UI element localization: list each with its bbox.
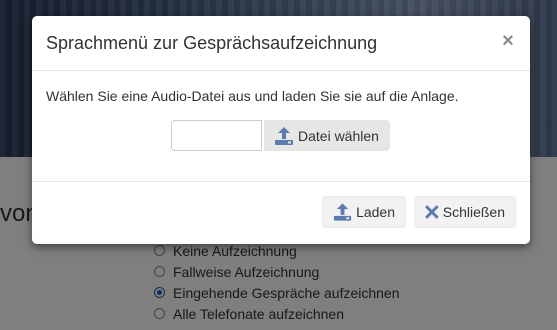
upload-icon bbox=[275, 126, 293, 145]
load-label: Laden bbox=[356, 204, 395, 220]
file-name-field[interactable] bbox=[171, 120, 262, 151]
upload-dialog: Sprachmenü zur Gesprächsaufzeichnung × W… bbox=[32, 16, 530, 244]
close-icon[interactable]: × bbox=[500, 30, 516, 52]
close-button[interactable]: Schließen bbox=[414, 196, 516, 228]
close-label: Schließen bbox=[442, 204, 505, 220]
instruction-text: Wählen Sie eine Audio-Datei aus und lade… bbox=[46, 88, 459, 104]
modal-footer: Laden Schließen bbox=[32, 182, 530, 244]
modal-title: Sprachmenü zur Gesprächsaufzeichnung bbox=[46, 33, 378, 53]
choose-file-label: Datei wählen bbox=[298, 127, 379, 144]
modal-body: Wählen Sie eine Audio-Datei aus und lade… bbox=[32, 71, 530, 182]
load-button[interactable]: Laden bbox=[322, 196, 406, 228]
x-icon bbox=[425, 205, 439, 219]
modal-header: Sprachmenü zur Gesprächsaufzeichnung × bbox=[32, 16, 530, 71]
choose-file-button[interactable]: Datei wählen bbox=[264, 120, 390, 151]
upload-icon bbox=[333, 203, 352, 221]
